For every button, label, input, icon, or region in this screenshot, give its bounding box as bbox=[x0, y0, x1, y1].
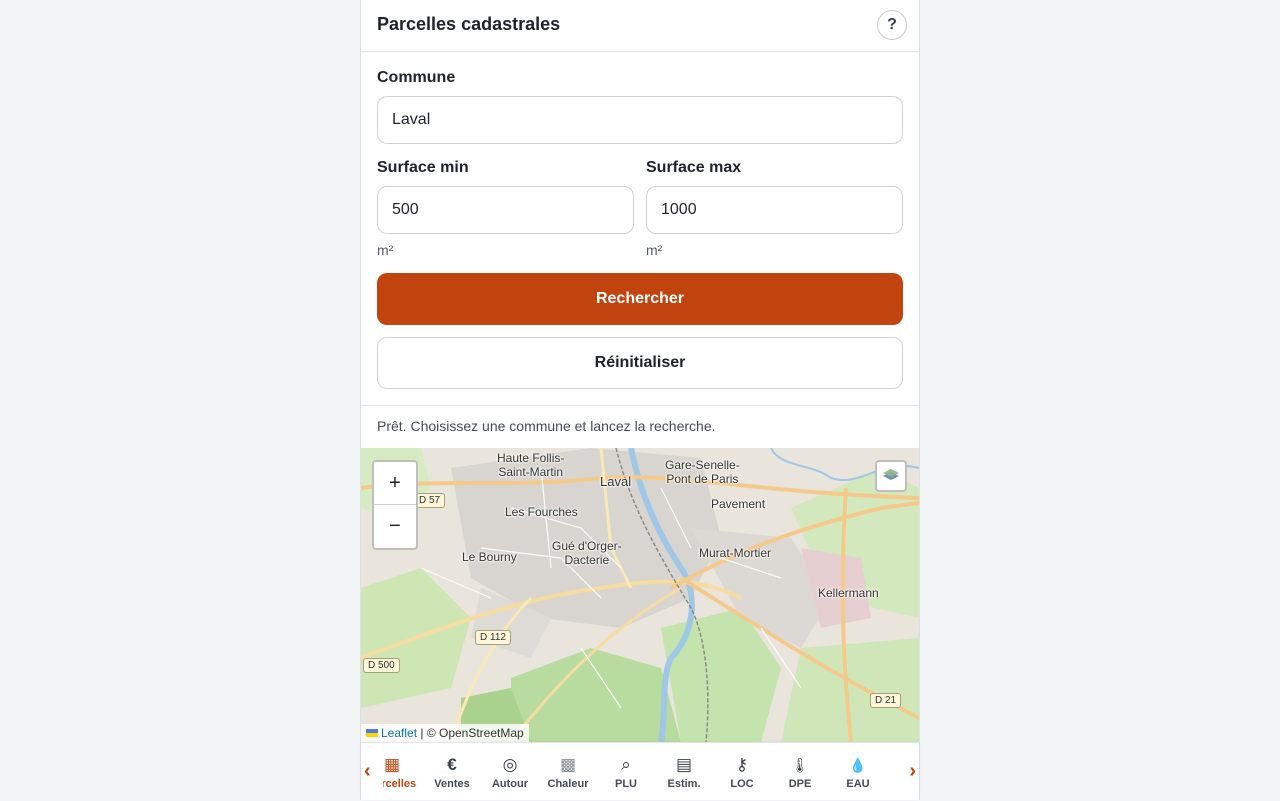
surface-min-unit: m² bbox=[377, 242, 394, 258]
nav-item-ventes[interactable]: € Ventes bbox=[423, 755, 481, 790]
search-button[interactable]: Rechercher bbox=[377, 273, 903, 325]
zoom-control: + − bbox=[372, 460, 418, 550]
commune-input[interactable] bbox=[377, 96, 903, 144]
page-title: Parcelles cadastrales bbox=[377, 14, 561, 34]
road-badge: D 500 bbox=[363, 658, 400, 673]
attribution-text: | © OpenStreetMap bbox=[417, 726, 524, 740]
road-badge: D 57 bbox=[414, 493, 446, 508]
search-panel: Parcelles cadastrales ? Commune Surface … bbox=[360, 0, 920, 800]
target-icon: ◎ bbox=[502, 755, 518, 774]
surface-min-label: Surface min bbox=[377, 159, 469, 176]
zoom-out-button[interactable]: − bbox=[374, 505, 416, 548]
map[interactable]: Haute Follis- Saint-Martin Laval Gare-Se… bbox=[361, 448, 919, 742]
nav-track: ▦ Parcelles € Ventes ◎ Autour ▩ Chaleur … bbox=[383, 743, 897, 801]
surface-max-input[interactable] bbox=[646, 186, 903, 234]
surface-min-input[interactable] bbox=[377, 186, 634, 234]
layers-icon bbox=[883, 469, 899, 480]
surface-max-unit: m² bbox=[646, 242, 663, 258]
place-label: Kellermann bbox=[818, 586, 879, 600]
place-label: Laval bbox=[600, 474, 632, 489]
map-attribution: Leaflet | © OpenStreetMap bbox=[361, 724, 529, 742]
nav-item-eau[interactable]: 💧 EAU bbox=[829, 755, 887, 790]
status-text: Prêt. Choisissez une commune et lancez l… bbox=[361, 405, 919, 448]
place-label: Pavement bbox=[711, 497, 766, 511]
panel-header: Parcelles cadastrales ? bbox=[361, 0, 919, 52]
road-badge: D 112 bbox=[475, 630, 511, 645]
place-label: Haute Follis- Saint-Martin bbox=[497, 451, 565, 479]
place-label: Murat-Mortier bbox=[699, 546, 772, 560]
nav-next-button[interactable]: › bbox=[909, 760, 916, 783]
heatmap-icon: ▩ bbox=[559, 755, 577, 774]
grid-icon: ▦ bbox=[383, 755, 401, 774]
euro-icon: € bbox=[447, 755, 457, 774]
reset-button[interactable]: Réinitialiser bbox=[377, 337, 903, 389]
ukraine-flag-icon bbox=[366, 729, 378, 737]
search-icon: ⌕ bbox=[621, 755, 631, 774]
place-label: Gué d'Orger- Dacterie bbox=[552, 539, 622, 567]
nav-prev-button[interactable]: ‹ bbox=[364, 760, 371, 783]
key-icon: ⚷ bbox=[735, 755, 749, 774]
nav-item-parcelles[interactable]: ▦ Parcelles bbox=[383, 755, 421, 790]
help-button[interactable]: ? bbox=[877, 10, 907, 40]
nav-item-autour[interactable]: ◎ Autour bbox=[481, 755, 539, 790]
drop-icon: 💧 bbox=[849, 757, 867, 773]
nav-item-estim[interactable]: ▤ Estim. bbox=[655, 755, 713, 790]
road-badge: D 21 bbox=[870, 693, 902, 708]
thermometer-icon: 🌡 bbox=[791, 757, 809, 773]
place-label: Les Fourches bbox=[505, 505, 578, 519]
commune-label: Commune bbox=[377, 69, 456, 86]
zoom-in-button[interactable]: + bbox=[374, 462, 416, 505]
nav-item-plu[interactable]: ⌕ PLU bbox=[597, 755, 655, 790]
calculator-icon: ▤ bbox=[675, 755, 693, 774]
surface-max-label: Surface max bbox=[646, 159, 742, 176]
place-label: Gare-Senelle- Pont de Paris bbox=[665, 458, 740, 486]
nav-item-dpe[interactable]: 🌡 DPE bbox=[771, 755, 829, 790]
bottom-nav: ‹ ▦ Parcelles € Ventes ◎ Autour ▩ Chaleu… bbox=[361, 742, 919, 800]
layers-button[interactable] bbox=[875, 460, 907, 492]
nav-item-chaleur[interactable]: ▩ Chaleur bbox=[539, 755, 597, 790]
leaflet-link[interactable]: Leaflet bbox=[381, 726, 417, 740]
nav-item-loc[interactable]: ⚷ LOC bbox=[713, 755, 771, 790]
place-label: Le Bourny bbox=[462, 550, 517, 564]
